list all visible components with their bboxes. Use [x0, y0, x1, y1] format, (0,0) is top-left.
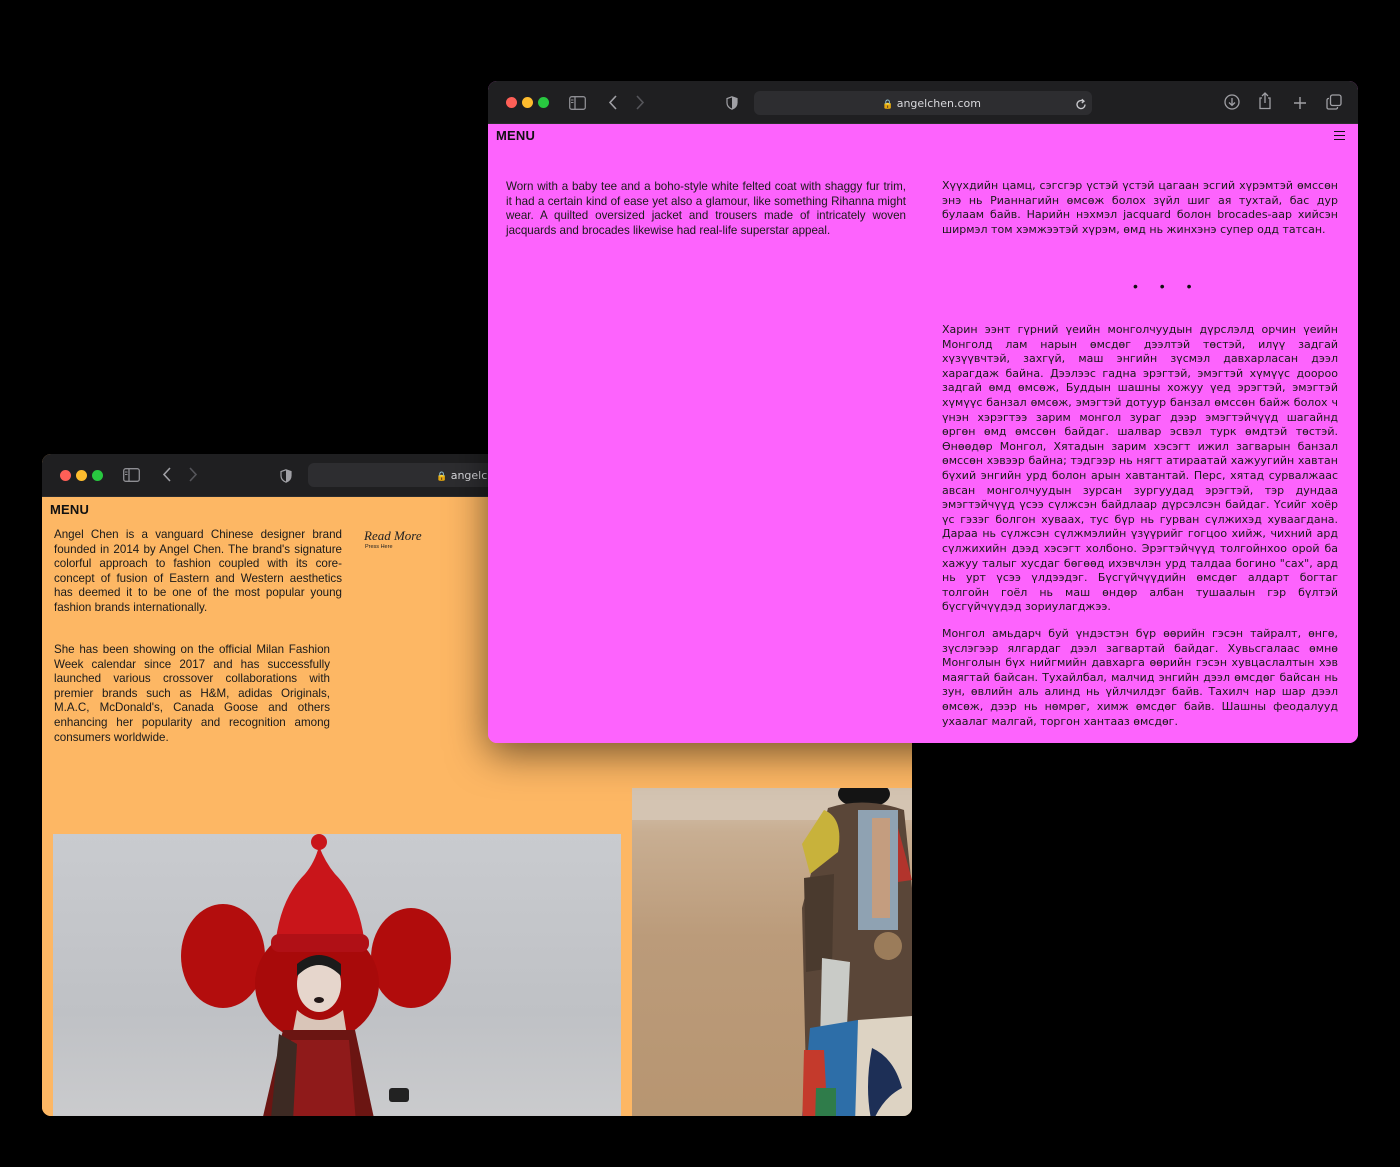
share-icon[interactable] [1258, 92, 1272, 114]
menu-button[interactable]: MENU [496, 128, 535, 143]
mongolian-paragraph-2: Харин ээнт гүрний үеийн монголчуудын дүр… [942, 323, 1338, 614]
sidebar-icon[interactable] [123, 467, 140, 486]
forward-arrow-icon[interactable] [635, 95, 645, 114]
url-text: angelchen.com [896, 97, 981, 110]
download-icon[interactable] [1224, 94, 1240, 114]
browser-toolbar: 🔒 angelchen.com [488, 81, 1358, 124]
section-divider: • • • [1133, 278, 1201, 294]
intro-paragraph: Angel Chen is a vanguard Chinese designe… [54, 528, 342, 614]
forward-arrow-icon[interactable] [188, 467, 198, 486]
front-browser-window: 🔒 angelchen.com MENU Worn with a baby te… [488, 81, 1358, 743]
zoom-dot[interactable] [92, 470, 103, 481]
zoom-dot[interactable] [538, 97, 549, 108]
minimize-dot[interactable] [522, 97, 533, 108]
reload-icon[interactable] [1075, 96, 1087, 115]
minimize-dot[interactable] [76, 470, 87, 481]
close-dot[interactable] [60, 470, 71, 481]
page-content: MENU Worn with a baby tee and a boho-sty… [488, 125, 1358, 743]
shield-icon[interactable] [726, 95, 738, 114]
new-tab-icon[interactable] [1293, 95, 1307, 114]
hamburger-icon[interactable] [1334, 131, 1345, 142]
read-more-link[interactable]: Read More [364, 528, 422, 544]
english-paragraph: Worn with a baby tee and a boho-style wh… [506, 180, 906, 237]
press-here-label[interactable]: Press Here [365, 544, 393, 550]
back-arrow-icon[interactable] [162, 467, 172, 486]
menu-button[interactable]: MENU [50, 502, 89, 517]
address-bar[interactable]: 🔒 angelchen.com [754, 91, 1092, 115]
lock-icon: 🔒 [882, 100, 894, 110]
lock-icon: 🔒 [436, 472, 448, 482]
mongolian-paragraph-3: Монгол амьдарч буй үндэстэн бүр өөрийн г… [942, 627, 1338, 728]
model-patchwork-coat-photo [632, 788, 912, 1116]
model-red-hat-photo [53, 834, 621, 1116]
sidebar-icon[interactable] [569, 95, 586, 114]
tabs-overview-icon[interactable] [1326, 94, 1342, 114]
mongolian-paragraph-1: Хүүхдийн цамц, сэгсгэр үстэй үстэй цагаа… [942, 179, 1338, 236]
shield-icon[interactable] [280, 468, 292, 487]
close-dot[interactable] [506, 97, 517, 108]
second-paragraph: She has been showing on the official Mil… [54, 643, 330, 744]
back-arrow-icon[interactable] [608, 95, 618, 114]
